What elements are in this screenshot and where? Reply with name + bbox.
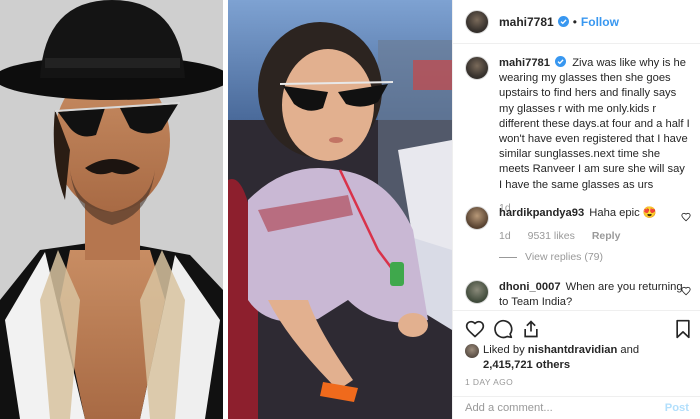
commenter-avatar[interactable]: [465, 206, 489, 230]
photo-man-in-hat: [0, 0, 223, 419]
likes-count[interactable]: 2,415,721 others: [483, 359, 570, 371]
likes-and: and: [620, 344, 640, 356]
comment-composer: Post: [453, 396, 700, 419]
comment-body: dhoni_0007 When are you returning to Tea…: [499, 280, 691, 310]
follow-button[interactable]: Follow: [581, 15, 619, 29]
photo-man-illustration: [0, 0, 223, 419]
post-header: mahi7781 • Follow: [453, 0, 700, 44]
liker-avatar[interactable]: [465, 344, 479, 358]
liker-username[interactable]: nishantdravidian: [528, 344, 618, 356]
post-comment-button[interactable]: Post: [665, 402, 689, 414]
author-avatar[interactable]: [465, 9, 489, 34]
save-bookmark-icon[interactable]: [673, 319, 693, 339]
view-replies-label: View replies (79): [525, 251, 604, 263]
caption-username[interactable]: mahi7781: [499, 57, 550, 69]
reply-button[interactable]: Reply: [592, 230, 621, 242]
like-heart-icon[interactable]: [465, 319, 485, 339]
post-side-panel: mahi7781 • Follow mahi7781 Ziva was like…: [452, 0, 700, 419]
photo-girl-in-sunglasses: [228, 0, 452, 419]
add-comment-input[interactable]: [465, 402, 665, 414]
likes-prefix: Liked by: [483, 344, 525, 356]
comments-list[interactable]: mahi7781 Ziva was like why is he wearing…: [453, 44, 700, 310]
comment-item: dhoni_0007 When are you returning to Tea…: [465, 280, 691, 310]
like-comment-heart-icon[interactable]: [681, 212, 691, 222]
caption-text: Ziva was like why is he wearing my glass…: [499, 57, 690, 191]
caption-comment: mahi7781 Ziva was like why is he wearing…: [465, 56, 691, 216]
post-image[interactable]: [0, 0, 452, 419]
view-replies-line: [499, 256, 517, 258]
caption-body: mahi7781 Ziva was like why is he wearing…: [499, 56, 691, 216]
header-separator: •: [572, 14, 577, 29]
comment-text: Haha epic 😍: [589, 207, 657, 219]
post-date[interactable]: 1 DAY AGO: [465, 377, 513, 387]
comment-item: hardikpandya93 Haha epic 😍 1d 9531 likes…: [465, 206, 691, 244]
view-replies-link[interactable]: View replies (79): [499, 251, 603, 263]
verified-badge-icon: [557, 16, 569, 27]
action-bar: [453, 310, 700, 346]
comment-bubble-icon[interactable]: [493, 319, 513, 339]
comment-username[interactable]: hardikpandya93: [499, 207, 584, 219]
share-icon[interactable]: [521, 319, 541, 339]
comment-body: hardikpandya93 Haha epic 😍 1d 9531 likes…: [499, 206, 691, 244]
verified-badge-icon: [555, 56, 567, 67]
comment-username[interactable]: dhoni_0007: [499, 281, 561, 293]
photo-girl-illustration: [228, 0, 452, 419]
comment-time[interactable]: 1d: [499, 230, 511, 242]
likes-summary: Liked by nishantdravidian and 2,415,721 …: [465, 343, 695, 373]
caption-avatar[interactable]: [465, 56, 489, 80]
commenter-avatar[interactable]: [465, 280, 489, 304]
likes-text: Liked by nishantdravidian and 2,415,721 …: [483, 343, 639, 373]
author-username[interactable]: mahi7781: [499, 15, 554, 29]
comment-likes[interactable]: 9531 likes: [528, 230, 575, 242]
like-comment-heart-icon[interactable]: [681, 286, 691, 296]
comment-meta: 1d 9531 likes Reply: [499, 229, 691, 244]
